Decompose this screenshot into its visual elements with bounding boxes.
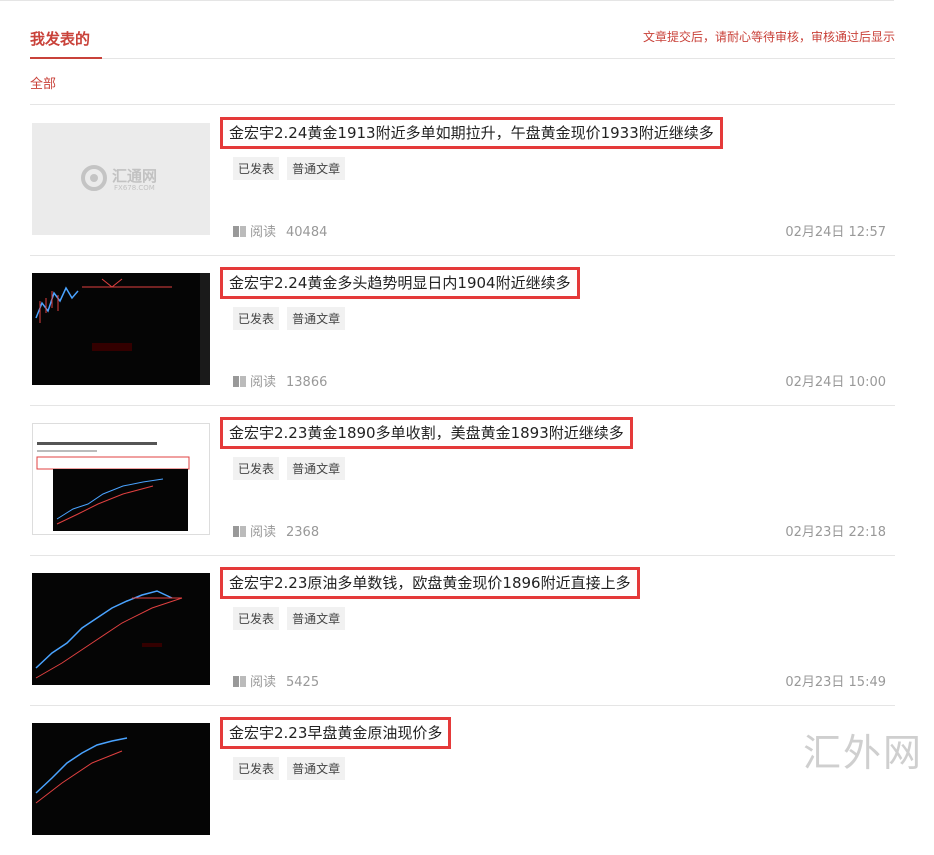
article-thumbnail[interactable]: 汇通网 FX678.COM: [32, 123, 210, 235]
type-tag: 普通文章: [287, 307, 346, 330]
article-item: 金宏宇2.23早盘黄金原油现价多 已发表 普通文章: [30, 705, 895, 855]
article-thumbnail[interactable]: [32, 423, 210, 535]
read-count: 5425: [286, 675, 320, 690]
article-thumbnail[interactable]: [32, 573, 210, 685]
article-tags: 已发表 普通文章: [233, 157, 348, 180]
read-book-icon: [233, 226, 246, 237]
filter-all[interactable]: 全部: [30, 73, 56, 92]
article-date: 02月24日 12:57: [785, 225, 886, 240]
article-item: 金宏宇2.24黄金多头趋势明显日内1904附近继续多 已发表 普通文章 阅读 13…: [30, 255, 895, 406]
article-thumbnail[interactable]: [32, 723, 210, 835]
type-tag: 普通文章: [287, 457, 346, 480]
thumbnail-logo-sub: FX678.COM: [114, 184, 155, 192]
article-item: 汇通网 FX678.COM 金宏宇2.24黄金1913附近多单如期拉升，午盘黄金…: [30, 105, 895, 256]
article-tags: 已发表 普通文章: [233, 307, 348, 330]
article-date: 02月23日 15:49: [785, 675, 886, 690]
article-title[interactable]: 金宏宇2.23早盘黄金原油现价多: [220, 717, 452, 749]
page-header: 我发表的 文章提交后，请耐心等待审核，审核通过后显示: [30, 28, 895, 59]
read-label: 阅读: [250, 525, 277, 540]
type-tag: 普通文章: [287, 607, 346, 630]
read-count: 2368: [286, 525, 320, 540]
read-label: 阅读: [250, 375, 277, 390]
article-title[interactable]: 金宏宇2.23原油多单数钱，欧盘黄金现价1896附近直接上多: [220, 567, 640, 599]
article-title[interactable]: 金宏宇2.24黄金多头趋势明显日内1904附近继续多: [220, 267, 580, 299]
status-tag: 已发表: [233, 157, 280, 180]
read-book-icon: [233, 676, 246, 687]
read-book-icon: [233, 526, 246, 537]
article-meta: 阅读 5425: [233, 671, 319, 690]
read-book-icon: [233, 376, 246, 387]
article-item: 金宏宇2.23原油多单数钱，欧盘黄金现价1896附近直接上多 已发表 普通文章 …: [30, 555, 895, 706]
article-tags: 已发表 普通文章: [233, 607, 348, 630]
article-title[interactable]: 金宏宇2.23黄金1890多单收割，美盘黄金1893附近继续多: [220, 417, 633, 449]
top-divider: [0, 0, 894, 1]
site-watermark: 汇外网: [803, 731, 924, 775]
article-thumbnail[interactable]: [32, 273, 210, 385]
article-tags: 已发表 普通文章: [233, 457, 348, 480]
read-count: 40484: [286, 225, 328, 240]
status-tag: 已发表: [233, 457, 280, 480]
status-tag: 已发表: [233, 607, 280, 630]
article-item: 金宏宇2.23黄金1890多单收割，美盘黄金1893附近继续多 已发表 普通文章…: [30, 405, 895, 556]
type-tag: 普通文章: [287, 157, 346, 180]
article-date: 02月24日 10:00: [785, 375, 886, 390]
article-meta: 阅读 2368: [233, 521, 319, 540]
status-tag: 已发表: [233, 307, 280, 330]
article-title[interactable]: 金宏宇2.24黄金1913附近多单如期拉升，午盘黄金现价1933附近继续多: [220, 117, 723, 149]
tab-my-posts[interactable]: 我发表的: [30, 28, 102, 59]
review-notice: 文章提交后，请耐心等待审核，审核通过后显示: [642, 30, 895, 44]
read-label: 阅读: [250, 675, 277, 690]
article-meta: 阅读 13866: [233, 371, 327, 390]
read-count: 13866: [286, 375, 328, 390]
read-label: 阅读: [250, 225, 277, 240]
thumbnail-logo-text: 汇通网: [112, 167, 158, 185]
article-date: 02月23日 22:18: [785, 525, 886, 540]
article-meta: 阅读 40484: [233, 221, 327, 240]
